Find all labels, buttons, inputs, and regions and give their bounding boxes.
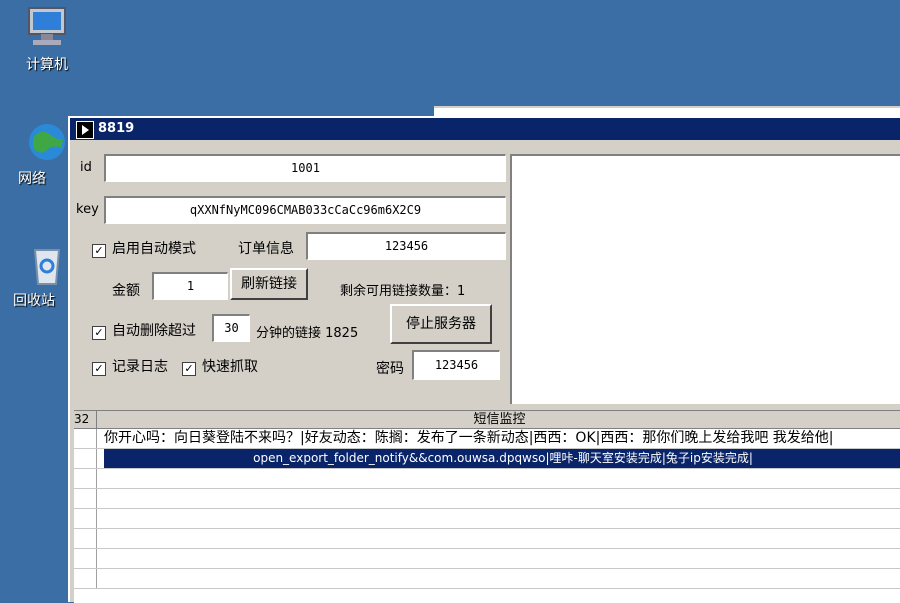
recycle-bin-icon <box>33 249 61 285</box>
row-number-cell <box>74 449 97 468</box>
remaining-links-text: 剩余可用链接数量：1 <box>340 284 466 299</box>
table-row-empty[interactable] <box>74 549 900 569</box>
auto-delete-minutes-field[interactable]: 30 <box>212 314 250 342</box>
key-field[interactable]: qXXNfNyMC096CMAB033cCaCc96m6X2C9 <box>104 196 506 224</box>
auto-delete-label: 自动删除超过 <box>112 323 196 339</box>
app-icon <box>76 121 94 139</box>
amount-label: 金额 <box>112 283 140 299</box>
desktop-icon-computer[interactable]: 计算机 <box>12 4 82 74</box>
password-label: 密码 <box>376 361 404 377</box>
row-number-cell <box>74 469 97 488</box>
refresh-links-button[interactable]: 刷新链接 <box>230 268 308 300</box>
sms-monitor-grid[interactable]: 32 短信监控 你开心吗：向日葵登陆不来吗？|好友动态：陈搁：发布了一条新动态|… <box>74 410 900 603</box>
table-cell: open_export_folder_notify&&com.ouwsa.dpq… <box>104 449 900 468</box>
auto-mode-checkbox[interactable]: ✓ 启用自动模式 <box>92 238 196 258</box>
checkbox-box: ✓ <box>92 326 106 340</box>
grid-rows: 你开心吗：向日葵登陆不来吗？|好友动态：陈搁：发布了一条新动态|西西：OK|西西… <box>74 429 900 589</box>
desktop-icon-label: 计算机 <box>26 57 68 73</box>
output-panel <box>510 154 900 404</box>
id-label: id <box>80 160 92 175</box>
order-info-field[interactable]: 123456 <box>306 232 506 260</box>
column-title-sms-monitor[interactable]: 短信监控 <box>97 411 900 428</box>
table-cell: 你开心吗：向日葵登陆不来吗？|好友动态：陈搁：发布了一条新动态|西西：OK|西西… <box>104 430 834 446</box>
desktop-icon-label: 网络 <box>18 171 46 187</box>
table-row-empty[interactable] <box>74 529 900 549</box>
app-window: 8819 id 1001 key qXXNfNyMC096CMAB033cCaC… <box>68 116 900 603</box>
row-number-cell <box>74 549 97 568</box>
password-field[interactable]: 123456 <box>412 350 500 380</box>
order-info-label: 订单信息 <box>238 241 294 257</box>
stop-server-button[interactable]: 停止服务器 <box>390 304 492 344</box>
log-checkbox[interactable]: ✓ 记录日志 <box>92 356 168 376</box>
table-row[interactable]: 你开心吗：向日葵登陆不来吗？|好友动态：陈搁：发布了一条新动态|西西：OK|西西… <box>74 429 900 449</box>
checkbox-box: ✓ <box>92 362 106 376</box>
fast-fetch-checkbox[interactable]: ✓ 快速抓取 <box>182 356 258 376</box>
window-title: 8819 <box>98 121 135 136</box>
auto-delete-suffix: 分钟的链接 1825 <box>256 326 359 341</box>
row-number-cell <box>74 489 97 508</box>
checkbox-box: ✓ <box>92 244 106 258</box>
computer-icon <box>28 7 66 45</box>
row-number-cell <box>74 529 97 548</box>
table-row-empty[interactable] <box>74 469 900 489</box>
table-row-empty[interactable] <box>74 489 900 509</box>
network-icon <box>29 124 65 160</box>
log-label: 记录日志 <box>112 359 168 375</box>
row-number-cell <box>74 569 97 588</box>
table-row[interactable]: open_export_folder_notify&&com.ouwsa.dpq… <box>74 449 900 469</box>
grid-header: 32 短信监控 <box>74 411 900 429</box>
id-field[interactable]: 1001 <box>104 154 506 182</box>
title-bar[interactable]: 8819 <box>70 118 900 140</box>
row-number-cell <box>74 509 97 528</box>
desktop-icon-label: 回收站 <box>13 293 55 309</box>
checkbox-box: ✓ <box>182 362 196 376</box>
table-row-empty[interactable] <box>74 569 900 589</box>
row-number-header: 32 <box>74 411 97 428</box>
row-number-cell <box>74 429 97 448</box>
auto-delete-checkbox[interactable]: ✓ 自动删除超过 <box>92 320 196 340</box>
amount-field[interactable]: 1 <box>152 272 228 300</box>
key-label: key <box>76 202 99 217</box>
auto-mode-label: 启用自动模式 <box>112 241 196 257</box>
table-row-empty[interactable] <box>74 509 900 529</box>
fast-fetch-label: 快速抓取 <box>202 359 258 375</box>
